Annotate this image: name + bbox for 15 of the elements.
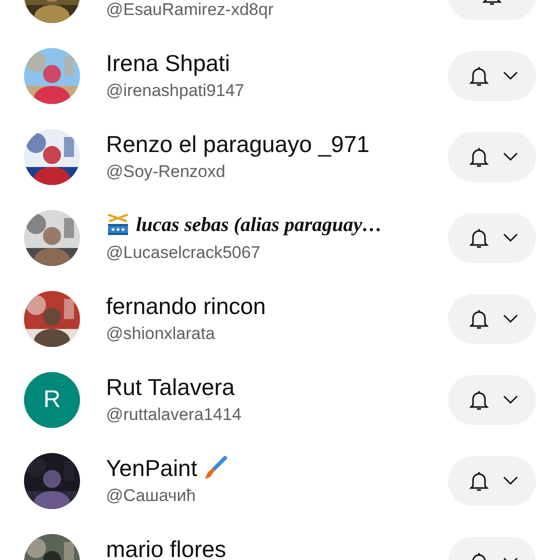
channel-handle: @shionxlarata	[106, 322, 216, 344]
channel-handle: @irenashpati9147	[106, 80, 246, 102]
avatar: R	[24, 372, 80, 428]
channel-name: mario flores	[106, 534, 226, 560]
channel-handle: @Lucaselcrack5067	[106, 242, 262, 264]
channel-name: Renzo el paraguayo _971	[106, 130, 370, 158]
channel-name: lucas sebas (alias paraguay…	[136, 212, 382, 238]
channel-handle: @Soy-Renzoxd	[106, 160, 226, 182]
channel-name: YenPaint	[106, 454, 198, 482]
channel-name: fernando rincon	[106, 292, 266, 320]
channel-name: Irena Shpati	[106, 48, 230, 76]
channel-handle: @Сашачић	[106, 484, 197, 506]
channel-handle: @ruttalavera1414	[106, 404, 242, 426]
channel-name: Rut Talavera	[106, 372, 235, 400]
channel-handle: @EsauRamirez-xd8qr	[106, 0, 274, 20]
